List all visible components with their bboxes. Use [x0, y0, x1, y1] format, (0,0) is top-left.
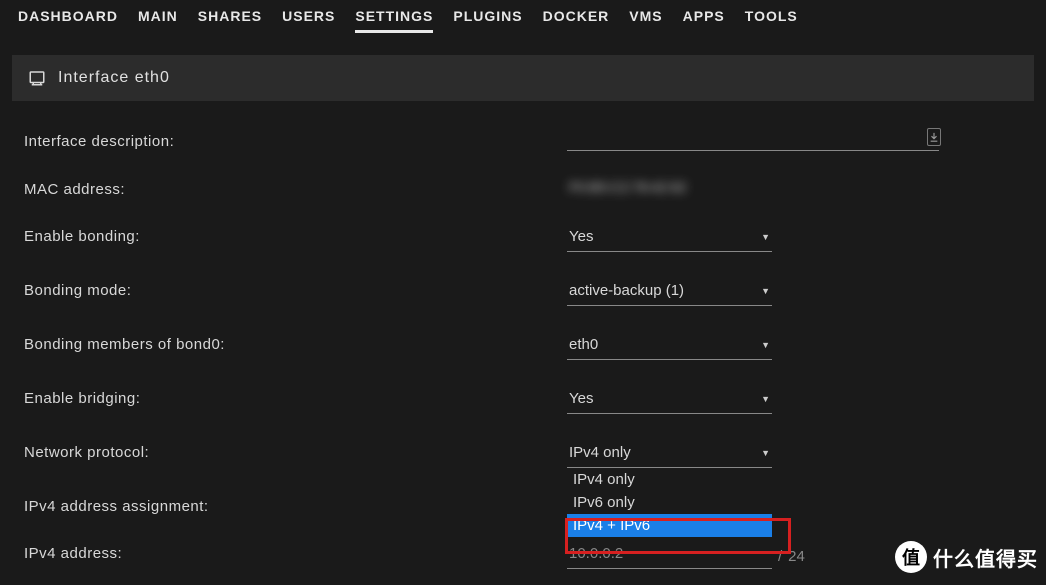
tab-vms[interactable]: VMS: [629, 8, 662, 33]
label-ipv4-addr: IPv4 address:: [12, 543, 567, 562]
interface-icon: [28, 69, 46, 87]
bonding-members-value: eth0: [569, 336, 598, 353]
mask-separator: /: [778, 548, 782, 565]
label-protocol: Network protocol:: [12, 442, 567, 461]
tab-dashboard[interactable]: DASHBOARD: [18, 8, 118, 33]
bridging-value: Yes: [569, 390, 593, 407]
protocol-select[interactable]: IPv4 only ▼: [567, 442, 772, 468]
label-bridging: Enable bridging:: [12, 388, 567, 407]
label-description: Interface description:: [12, 131, 567, 150]
label-bonding: Enable bonding:: [12, 226, 567, 245]
caret-icon: ▼: [761, 340, 770, 350]
bonding-select[interactable]: Yes ▼: [567, 226, 772, 252]
ipv4-address-input[interactable]: [567, 543, 772, 569]
caret-icon: ▼: [761, 394, 770, 404]
ipv4-mask: 24: [788, 548, 805, 565]
watermark-badge: 值: [895, 541, 927, 573]
label-bonding-members: Bonding members of bond0:: [12, 334, 567, 353]
tab-shares[interactable]: SHARES: [198, 8, 262, 33]
tab-docker[interactable]: DOCKER: [543, 8, 610, 33]
label-bonding-mode: Bonding mode:: [12, 280, 567, 299]
caret-icon: ▼: [761, 232, 770, 242]
caret-icon: ▼: [761, 448, 770, 458]
protocol-option[interactable]: IPv6 only: [567, 491, 772, 514]
tab-settings[interactable]: SETTINGS: [355, 8, 433, 33]
tab-main[interactable]: MAIN: [138, 8, 178, 33]
section-title: Interface eth0: [58, 69, 170, 87]
protocol-dropdown: IPv4 onlyIPv6 onlyIPv4 + IPv6: [567, 468, 772, 537]
tab-users[interactable]: USERS: [282, 8, 335, 33]
protocol-value: IPv4 only: [569, 444, 631, 461]
section-header: Interface eth0: [12, 55, 1034, 101]
protocol-option[interactable]: IPv4 + IPv6: [567, 514, 772, 537]
settings-form: Interface description: MAC address: F0:B…: [0, 101, 1046, 569]
tab-tools[interactable]: TOOLS: [745, 8, 798, 33]
bonding-members-select[interactable]: eth0 ▼: [567, 334, 772, 360]
watermark-text: 什么值得买: [933, 543, 1038, 572]
tab-plugins[interactable]: PLUGINS: [453, 8, 522, 33]
label-mac: MAC address:: [12, 179, 567, 198]
watermark: 值 什么值得买: [895, 541, 1038, 573]
bonding-mode-select[interactable]: active-backup (1) ▼: [567, 280, 772, 306]
description-input[interactable]: [567, 131, 939, 151]
bridging-select[interactable]: Yes ▼: [567, 388, 772, 414]
protocol-option[interactable]: IPv4 only: [567, 468, 772, 491]
bonding-mode-value: active-backup (1): [569, 282, 684, 299]
tab-apps[interactable]: APPS: [683, 8, 725, 33]
caret-icon: ▼: [761, 286, 770, 296]
bonding-value: Yes: [569, 228, 593, 245]
download-icon[interactable]: [927, 128, 941, 146]
main-nav: DASHBOARD MAIN SHARES USERS SETTINGS PLUGINS D…: [0, 0, 1046, 45]
mac-value: F0:B5:C2:78:42:62: [567, 179, 687, 195]
label-ipv4-assign: IPv4 address assignment:: [12, 496, 567, 515]
